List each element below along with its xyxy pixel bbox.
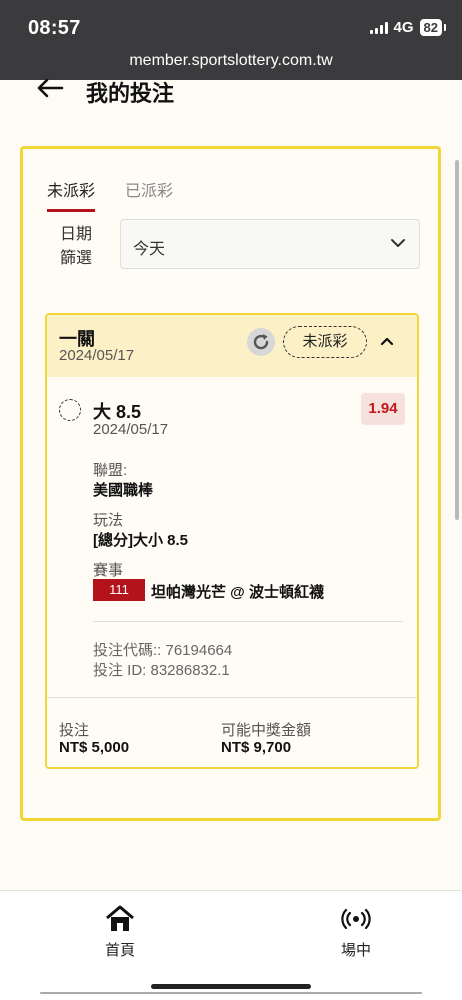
odds-badge: 1.94 bbox=[361, 393, 405, 425]
bets-panel: 未派彩 已派彩 日期 篩選 今天 一關 2024/05/17 未派彩 大 8.5 … bbox=[20, 146, 441, 821]
status-indicators: 4G 82 bbox=[369, 19, 447, 36]
nav-live-label: 場中 bbox=[340, 942, 371, 959]
bet-date: 2024/05/17 bbox=[59, 347, 135, 364]
bet-status-badge: 未派彩 bbox=[283, 326, 367, 358]
payout-label: 可能中獎金額 bbox=[221, 722, 312, 739]
event-number-badge: 111 bbox=[93, 579, 145, 601]
back-arrow-icon[interactable] bbox=[36, 74, 64, 104]
date-filter-label-text: 日期 篩選 bbox=[59, 226, 92, 267]
scrollbar[interactable] bbox=[455, 160, 459, 520]
refresh-icon[interactable] bbox=[247, 328, 275, 356]
status-time: 08:57 bbox=[28, 17, 81, 39]
stake-value: NT$ 5,000 bbox=[59, 739, 130, 756]
bet-card-header[interactable]: 一關 2024/05/17 未派彩 bbox=[47, 315, 417, 377]
market-label: 玩法 bbox=[93, 512, 124, 529]
network-type: 4G bbox=[393, 19, 414, 36]
selection-date: 2024/05/17 bbox=[93, 421, 169, 438]
tab-unsettled[interactable]: 未派彩 bbox=[47, 177, 96, 212]
home-icon bbox=[106, 905, 134, 931]
stake-label: 投注 bbox=[59, 722, 90, 739]
event-name: 坦帕灣光芒 @ 波士頓紅襪 bbox=[151, 584, 324, 601]
browser-top-bar: 08:57 4G 82 member.sportslottery.com.tw bbox=[0, 0, 462, 80]
signal-icon bbox=[369, 21, 388, 34]
chevron-down-icon bbox=[391, 239, 405, 247]
tab-bar: 未派彩 已派彩 bbox=[47, 177, 173, 212]
scroll-track bbox=[40, 992, 422, 994]
nav-home-label: 首頁 bbox=[104, 942, 135, 959]
event-label: 賽事 bbox=[93, 562, 124, 579]
battery-icon: 82 bbox=[419, 19, 447, 36]
url-bar[interactable]: member.sportslottery.com.tw bbox=[0, 52, 462, 70]
live-icon bbox=[341, 908, 371, 930]
league-label: 聯盟: bbox=[93, 462, 128, 479]
nav-home[interactable]: 首頁 bbox=[80, 905, 160, 960]
chevron-up-icon[interactable] bbox=[379, 333, 395, 349]
market-value: [總分]大小 8.5 bbox=[93, 532, 189, 549]
divider bbox=[47, 697, 417, 698]
selection-status-icon bbox=[59, 399, 81, 421]
home-indicator[interactable] bbox=[151, 984, 311, 989]
bet-card: 一關 2024/05/17 未派彩 大 8.5 1.94 2024/05/17 … bbox=[45, 313, 419, 769]
date-filter-select[interactable]: 今天 bbox=[120, 219, 420, 269]
date-filter-value: 今天 bbox=[133, 241, 166, 258]
divider bbox=[93, 621, 403, 622]
page-title: 我的投注 bbox=[86, 81, 175, 106]
date-filter-label: 日期 篩選 bbox=[59, 223, 93, 271]
bet-id: 投注 ID: 83286832.1 bbox=[93, 662, 230, 679]
league-value: 美國職棒 bbox=[93, 482, 154, 499]
tab-settled[interactable]: 已派彩 bbox=[125, 177, 173, 212]
nav-live[interactable]: 場中 bbox=[316, 905, 396, 960]
bet-code: 投注代碼:: 76194664 bbox=[93, 642, 233, 659]
payout-value: NT$ 9,700 bbox=[221, 739, 292, 756]
